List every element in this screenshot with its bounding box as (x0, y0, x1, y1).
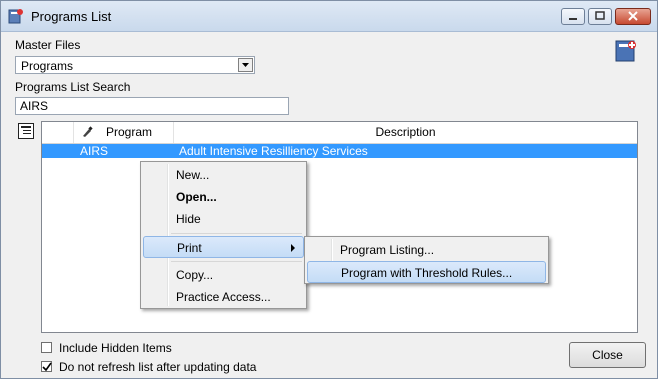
grid-config-icon (21, 126, 31, 134)
app-icon (8, 9, 23, 24)
menu-item-hide[interactable]: Hide (143, 208, 304, 230)
menu-item-open-label: Open... (176, 190, 217, 204)
dropdown-arrow-icon (242, 63, 249, 67)
master-files-dropdown[interactable]: Programs (15, 56, 255, 74)
submenu-item-program-listing[interactable]: Program Listing... (307, 239, 546, 261)
menu-separator (171, 261, 302, 262)
window-close-icon (628, 11, 638, 21)
column-header-description-label: Description (375, 125, 436, 139)
cell-description: Adult Intensive Resilliency Services (179, 144, 368, 158)
include-hidden-checkbox[interactable] (41, 342, 52, 353)
minimize-icon (569, 18, 577, 20)
table-row[interactable]: AIRS Adult Intensive Resilliency Service… (42, 144, 637, 158)
maximize-icon (595, 11, 605, 20)
menu-item-print[interactable]: Print (143, 236, 304, 258)
submenu-item-program-listing-label: Program Listing... (340, 243, 435, 257)
close-button[interactable]: Close (569, 342, 646, 368)
menu-item-new[interactable]: New... (143, 164, 304, 186)
menu-item-practice-access-label: Practice Access... (176, 290, 271, 304)
submenu-item-program-threshold-rules-label: Program with Threshold Rules... (341, 266, 513, 280)
programs-grid[interactable]: Program Description AIRS Adult Intensive… (41, 121, 638, 333)
column-header-description[interactable]: Description (174, 122, 637, 143)
cell-program: AIRS (80, 144, 109, 158)
programs-list-window: Programs List Master Files Programs Prog… (0, 0, 658, 379)
search-label: Programs List Search (15, 80, 131, 94)
menu-item-copy-label: Copy... (176, 268, 214, 282)
master-files-value: Programs (21, 59, 74, 73)
window-title: Programs List (31, 9, 112, 24)
brush-icon (83, 126, 93, 137)
menu-separator (171, 233, 302, 234)
no-refresh-checkbox[interactable] (41, 361, 52, 372)
column-header-program[interactable]: Program (74, 122, 174, 143)
master-files-label: Master Files (15, 38, 81, 52)
column-header-program-label: Program (106, 125, 153, 139)
menu-item-copy[interactable]: Copy... (143, 264, 304, 286)
maximize-button[interactable] (588, 8, 612, 25)
programs-search-input[interactable] (15, 97, 289, 115)
submenu-item-program-threshold-rules[interactable]: Program with Threshold Rules... (307, 261, 546, 283)
checkmark-icon (42, 362, 52, 372)
submenu-arrow-icon (291, 244, 295, 252)
print-submenu: Program Listing... Program with Threshol… (304, 236, 549, 284)
grid-config-button[interactable] (18, 123, 34, 139)
menu-item-open[interactable]: Open... (143, 186, 304, 208)
menu-item-hide-label: Hide (176, 212, 201, 226)
context-menu: New... Open... Hide Print Copy... Practi… (140, 161, 307, 309)
menu-item-new-label: New... (176, 168, 210, 182)
dropdown-arrow-button[interactable] (238, 58, 253, 72)
menu-item-print-label: Print (177, 241, 202, 255)
header-spacer (42, 122, 74, 143)
menu-item-practice-access[interactable]: Practice Access... (143, 286, 304, 308)
grid-header: Program Description (42, 122, 637, 144)
title-bar[interactable]: Programs List (1, 1, 657, 32)
help-book-icon[interactable] (613, 38, 639, 64)
window-close-button[interactable] (615, 8, 651, 25)
no-refresh-label: Do not refresh list after updating data (59, 360, 257, 374)
include-hidden-label: Include Hidden Items (59, 341, 172, 355)
minimize-button[interactable] (561, 8, 585, 25)
